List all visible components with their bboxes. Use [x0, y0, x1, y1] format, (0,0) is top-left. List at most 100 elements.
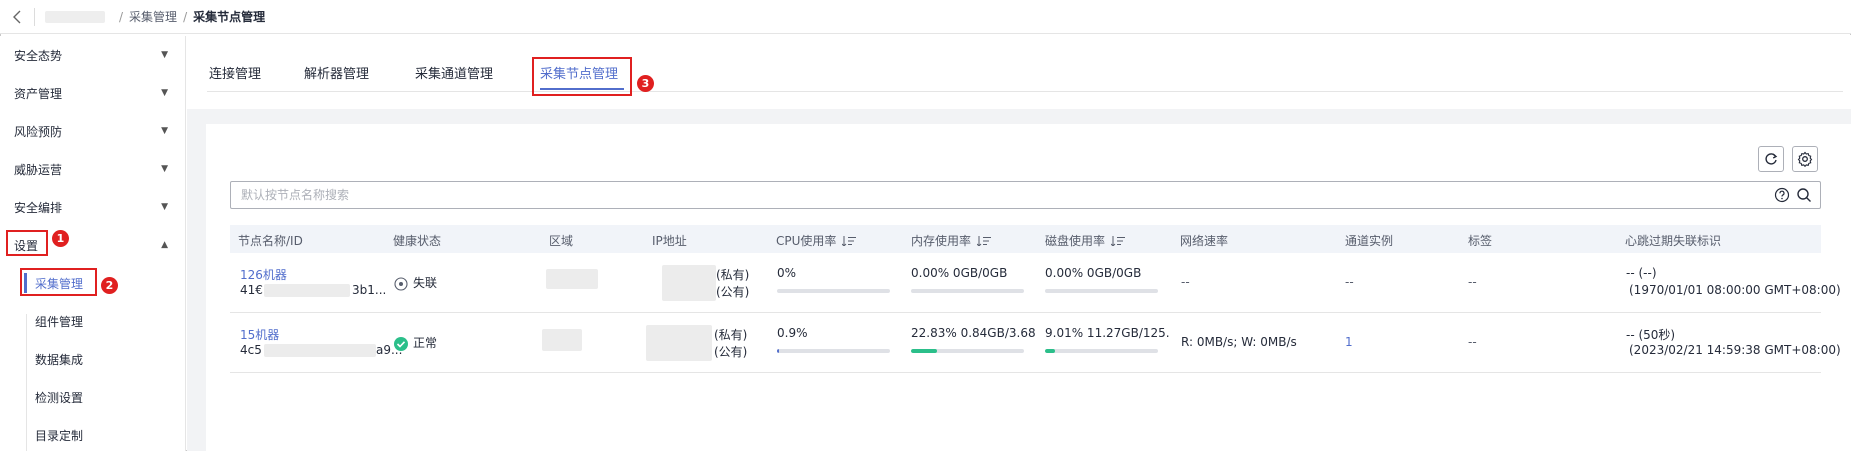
- sidebar-subitem-component-management[interactable]: 组件管理: [0, 302, 186, 340]
- node-id-prefix: 4c5: [240, 343, 262, 357]
- heartbeat-time: (2023/02/21 14:59:38 GMT+08:00): [1629, 343, 1841, 357]
- cpu-usage-bar-fill: [777, 349, 779, 353]
- sidebar-subitem-label: 目录定制: [35, 428, 84, 443]
- annotation-badge: 1: [52, 230, 69, 247]
- disk-usage-bar: [1045, 289, 1158, 293]
- check-circle-icon: [394, 336, 408, 351]
- redacted-ip: [646, 325, 712, 361]
- caret-down-icon: ▼: [161, 50, 168, 60]
- annotation-box-collection-management: [20, 268, 97, 296]
- caret-down-icon: ▼: [161, 164, 168, 174]
- caret-down-icon: ▼: [161, 126, 168, 136]
- sidebar-item-threat-operations[interactable]: 威胁运营 ▼: [0, 150, 186, 188]
- annotation-badge: 2: [101, 277, 118, 294]
- tags: --: [1468, 335, 1477, 349]
- annotation-box-node-tab: [532, 57, 632, 96]
- sidebar-subitem-catalog-customization[interactable]: 目录定制: [0, 416, 186, 451]
- column-header-cpu[interactable]: CPU使用率: [776, 232, 857, 249]
- refresh-button[interactable]: [1758, 146, 1784, 172]
- sidebar-item-security-orchestration[interactable]: 安全编排 ▼: [0, 188, 186, 226]
- column-header-network: 网络速率: [1180, 234, 1229, 248]
- disk-usage: 9.01% 11.27GB/125.1:: [1045, 326, 1169, 340]
- disk-usage-bar-fill: [1045, 349, 1056, 353]
- sidebar-item-risk-prevention[interactable]: 风险预防 ▼: [0, 112, 186, 150]
- divider: [34, 7, 35, 26]
- breadcrumb-current: 采集节点管理: [193, 10, 266, 24]
- column-header-region: 区域: [549, 234, 574, 248]
- health-status: 失联: [394, 274, 437, 291]
- settings-button[interactable]: [1792, 146, 1818, 172]
- column-header-channels: 通道实例: [1345, 234, 1394, 248]
- sort-icon: [842, 235, 857, 246]
- health-status: 正常: [394, 334, 437, 351]
- memory-usage-bar-fill: [911, 349, 937, 353]
- tabs-panel: 连接管理 解析器管理 采集通道管理 采集节点管理: [187, 35, 1851, 109]
- column-header-label: 磁盘使用率: [1045, 234, 1106, 248]
- heartbeat-status: -- (--): [1626, 266, 1657, 280]
- column-header-label: 内存使用率: [911, 234, 972, 248]
- node-id-suffix: 3b1...: [352, 283, 387, 297]
- sidebar-item-label: 风险预防: [14, 124, 63, 139]
- sidebar-item-label: 资产管理: [14, 86, 63, 101]
- breadcrumb-blurred-item: [45, 10, 105, 23]
- tags: --: [1468, 275, 1477, 289]
- column-header-node-name: 节点名称/ID: [238, 234, 303, 248]
- sidebar-subitem-label: 检测设置: [35, 390, 84, 405]
- cpu-usage: 0.9%: [777, 326, 808, 340]
- node-name-link[interactable]: 126机器: [240, 266, 287, 283]
- redacted-ip: [662, 265, 716, 301]
- sidebar-item-asset-management[interactable]: 资产管理 ▼: [0, 74, 186, 112]
- health-status-label: 失联: [413, 276, 438, 290]
- refresh-icon: [1765, 153, 1778, 165]
- back-button[interactable]: [0, 0, 34, 34]
- channel-instances: --: [1345, 275, 1354, 289]
- column-header-heartbeat: 心跳过期失联标识: [1625, 234, 1722, 248]
- tab-parser-management[interactable]: 解析器管理: [304, 63, 369, 82]
- chevron-left-icon: [13, 10, 21, 23]
- redacted-id: [264, 284, 350, 297]
- caret-up-icon: ▲: [161, 240, 168, 250]
- ip-private-label: (私有): [716, 268, 750, 282]
- sort-icon: [1111, 235, 1126, 246]
- sidebar-subitem-data-integration[interactable]: 数据集成: [0, 340, 186, 378]
- sort-icon: [977, 235, 992, 246]
- search-box: [230, 181, 1821, 209]
- memory-usage-bar: [911, 289, 1024, 293]
- table-row: 126机器 41€ 3b1... 失联 (私有) (公有) 0% 0.00% 0…: [230, 253, 1841, 313]
- sidebar-item-label: 威胁运营: [14, 162, 63, 177]
- gear-icon: [1797, 151, 1813, 167]
- breadcrumb-separator: /: [119, 9, 124, 24]
- column-header-memory[interactable]: 内存使用率: [911, 232, 992, 249]
- sidebar-item-security-situation[interactable]: 安全态势 ▼: [0, 36, 186, 74]
- breadcrumb-parent[interactable]: 采集管理: [129, 8, 177, 25]
- memory-usage-bar: [911, 349, 1024, 353]
- breadcrumb-bar: / 采集管理 / 采集节点管理: [0, 0, 1851, 34]
- tabs-divider: [207, 91, 1843, 92]
- redacted-region: [546, 269, 598, 289]
- annotation-badge: 3: [637, 75, 654, 92]
- channel-instances-link[interactable]: 1: [1345, 335, 1353, 349]
- cpu-usage: 0%: [777, 266, 797, 280]
- tab-channel-management[interactable]: 采集通道管理: [415, 63, 493, 82]
- network-rate: R: 0MB/s; W: 0MB/s: [1181, 335, 1297, 349]
- tab-connection-management[interactable]: 连接管理: [209, 63, 261, 82]
- memory-usage: 0.00% 0GB/0GB: [911, 266, 1008, 280]
- search-icon[interactable]: [1796, 187, 1812, 206]
- node-id-prefix: 41€: [240, 283, 263, 297]
- heartbeat-time: (1970/01/01 08:00:00 GMT+08:00): [1629, 283, 1841, 297]
- annotation-box-settings: [6, 230, 48, 256]
- redacted-region: [542, 329, 582, 351]
- offline-icon: [394, 276, 408, 291]
- health-status-label: 正常: [413, 336, 438, 350]
- help-icon[interactable]: [1774, 187, 1790, 206]
- table-row: 15机器 4c5 a9... 正常 (私有) (公有) 0.9% 22.83% …: [230, 313, 1841, 373]
- disk-usage: 0.00% 0GB/0GB: [1045, 266, 1142, 280]
- redacted-id: [264, 344, 376, 357]
- sidebar-subitem-detection-settings[interactable]: 检测设置: [0, 378, 186, 416]
- column-header-health: 健康状态: [393, 234, 442, 248]
- caret-down-icon: ▼: [161, 88, 168, 98]
- search-input[interactable]: [241, 188, 1721, 202]
- node-name-link[interactable]: 15机器: [240, 326, 279, 343]
- column-header-disk[interactable]: 磁盘使用率: [1045, 232, 1126, 249]
- ip-public-label: (公有): [716, 285, 750, 299]
